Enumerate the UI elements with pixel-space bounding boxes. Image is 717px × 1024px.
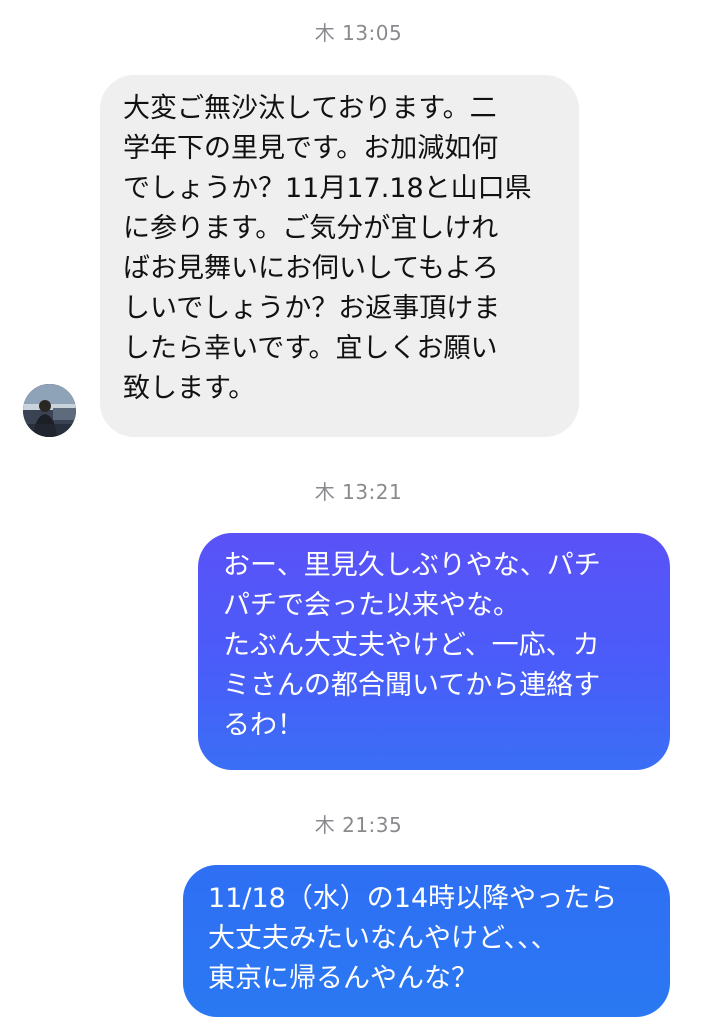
contact-avatar[interactable] bbox=[23, 384, 76, 437]
outgoing-message-bubble[interactable]: おー、里見久しぶりやな、パチ パチで会った以来やな。 たぶん大丈夫やけど、一応、… bbox=[198, 533, 670, 770]
timestamp-divider: 木 13:05 bbox=[314, 21, 403, 45]
incoming-message-bubble[interactable]: 大変ご無沙汰しております。二 学年下の里見です。お加減如何 でしょうか？11月1… bbox=[100, 75, 579, 437]
outgoing-message-bubble[interactable]: 11/18（水）の14時以降やったら 大丈夫みたいなんやけど、、、 東京に帰るん… bbox=[183, 865, 670, 1017]
timestamp-divider: 木 13:21 bbox=[314, 480, 403, 504]
timestamp-divider: 木 21:35 bbox=[314, 813, 403, 837]
contact-avatar-photo-icon bbox=[23, 384, 76, 437]
